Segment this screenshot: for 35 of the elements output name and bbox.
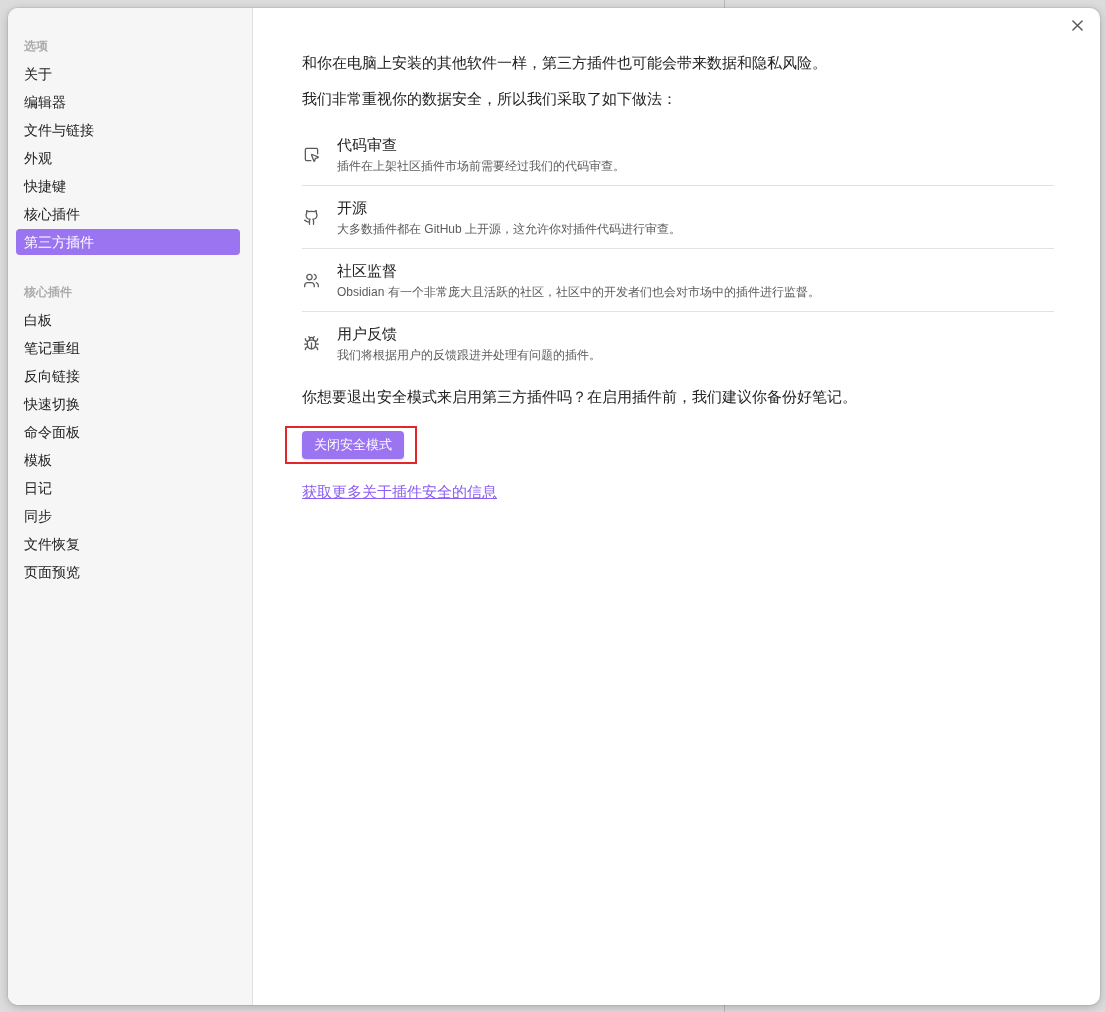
close-icon [1071,19,1083,31]
sidebar-item[interactable]: 快速切换 [16,391,240,417]
lead-text: 我们非常重视你的数据安全，所以我们采取了如下做法： [302,89,678,109]
measure-title: 代码审查 [337,135,397,155]
sidebar-item[interactable]: 反向链接 [16,363,240,389]
measure-description: 我们将根据用户的反馈跟进并处理有问题的插件。 [337,347,601,364]
sidebar-item[interactable]: 白板 [16,307,240,333]
measure-description: Obsidian 有一个非常庞大且活跃的社区，社区中的开发者们也会对市场中的插件进行监督。 [337,284,820,301]
section-heading: 核心插件 [23,284,73,301]
pointer-square-icon [304,147,319,162]
sidebar-item[interactable]: 文件恢复 [16,531,240,557]
sidebar-item[interactable]: 页面预览 [16,559,240,585]
cat-head-icon [304,210,319,225]
sidebar-item[interactable]: 快捷键 [16,173,240,199]
sidebar-item[interactable]: 编辑器 [16,89,240,115]
sidebar-item[interactable]: 核心插件 [16,201,240,227]
sidebar-item[interactable]: 外观 [16,145,240,171]
sidebar-item[interactable]: 命令面板 [16,419,240,445]
measure-title: 开源 [337,198,367,218]
measure-description: 大多数插件都在 GitHub 上开源，这允许你对插件代码进行审查。 [337,221,681,238]
info-link[interactable]: 获取更多关于插件安全的信息 [302,483,497,500]
people-icon [304,273,319,288]
measure-title: 用户反馈 [337,324,397,344]
section-heading: 选项 [23,38,49,55]
question-text: 你想要退出安全模式来启用第三方插件吗？在启用插件前，我们建议你备份好笔记。 [302,387,858,407]
measure-title: 社区监督 [337,261,397,281]
sidebar-item[interactable]: 笔记重组 [16,335,240,361]
measure-description: 插件在上架社区插件市场前需要经过我们的代码审查。 [337,158,625,175]
sidebar-item[interactable]: 同步 [16,503,240,529]
intro-text: 和你在电脑上安装的其他软件一样，第三方插件也可能会带来数据和隐私风险。 [302,53,828,73]
sidebar-item[interactable]: 文件与链接 [16,117,240,143]
bug-icon [304,336,319,351]
sidebar-item[interactable]: 日记 [16,475,240,501]
sidebar-item[interactable]: 模板 [16,447,240,473]
sidebar-item[interactable]: 关于 [16,61,240,87]
